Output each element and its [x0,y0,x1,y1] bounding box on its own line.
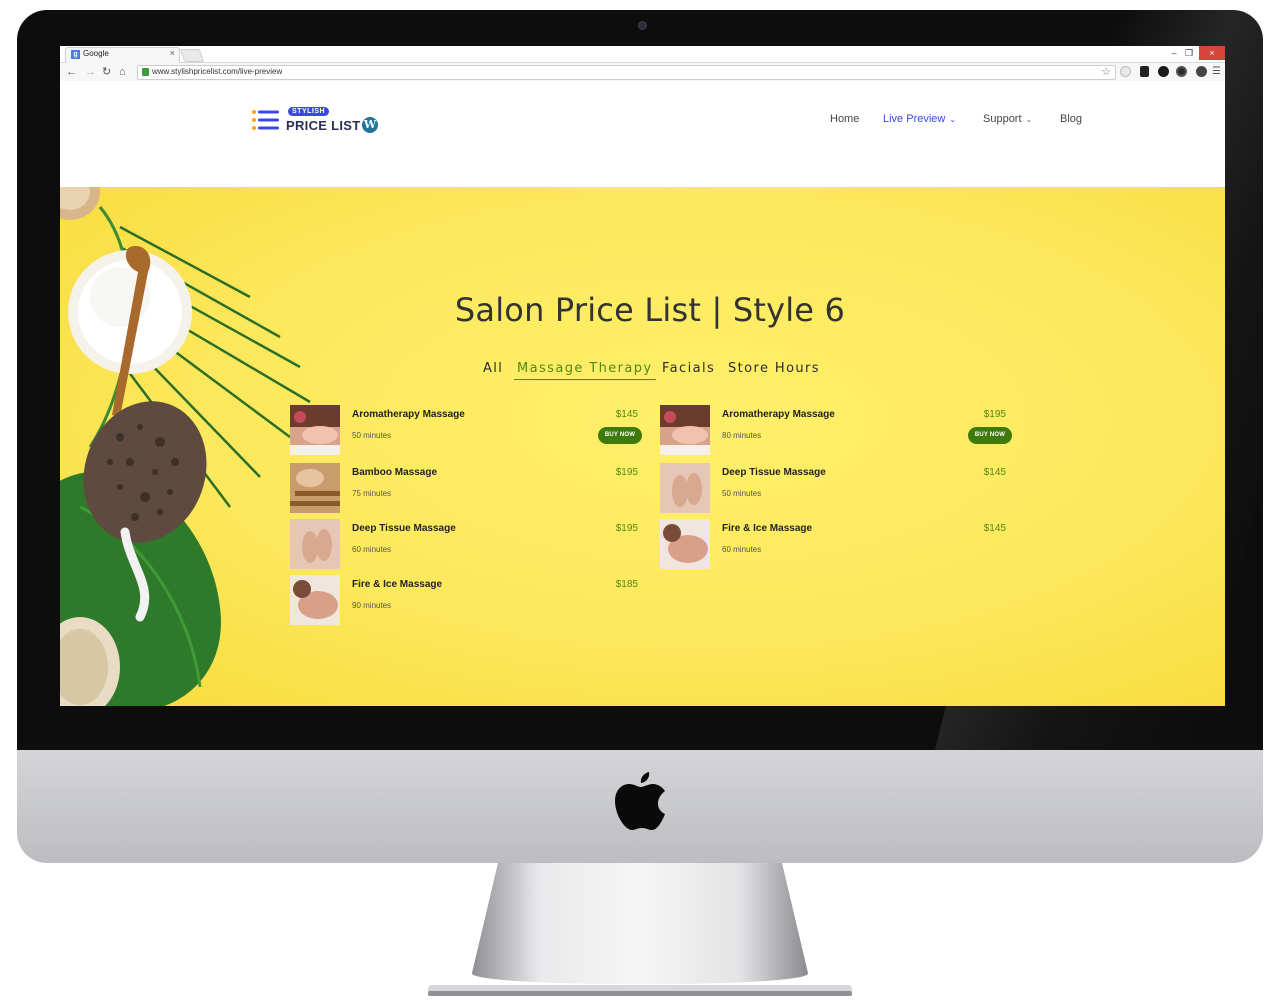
list-icon [252,110,279,130]
item-price: $195 [615,467,638,478]
nav-home[interactable]: Home [830,113,859,125]
lock-icon [142,68,149,76]
item-duration: 50 minutes [722,489,762,498]
item-name: Deep Tissue Massage [352,523,456,534]
item-duration: 50 minutes [352,431,392,440]
item-name: Aromatherapy Massage [352,409,465,420]
fire-ice-photo [660,519,710,569]
close-tab-icon[interactable]: × [170,48,175,58]
close-window-button[interactable]: × [1199,46,1225,60]
aromatherapy-photo [290,405,340,455]
buy-now-button[interactable]: BUY NOW [598,427,642,444]
item-name: Fire & Ice Massage [722,523,813,534]
item-price: $145 [615,409,638,420]
filter-store-hours[interactable]: Store Hours [728,361,820,376]
nav-blog-label: Blog [1060,113,1083,125]
url-input[interactable]: www.stylishpricelist.com/live-preview ☆ [137,65,1116,80]
aromatherapy-photo [660,405,710,455]
price-item: Bamboo Massage 75 minutes $195 [290,463,642,515]
site-header: STYLISH PRICE LIST W Home Live Preview ⌄ … [60,81,1225,187]
wordpress-icon: W [362,117,378,133]
menu-icon[interactable]: ☰ [1212,65,1221,79]
price-item: Deep Tissue Massage 60 minutes $195 [290,519,642,571]
back-arrow-icon[interactable]: ← [66,65,77,79]
extension-icon[interactable] [1196,66,1207,77]
item-name: Deep Tissue Massage [722,467,826,478]
item-price: $145 [983,467,1006,478]
item-duration: 90 minutes [352,601,392,610]
tab-title: Google [83,49,109,58]
price-item: Fire & Ice Massage 90 minutes $185 [290,575,642,627]
deep-tissue-photo [290,519,340,569]
maximize-button[interactable]: ❐ [1181,46,1197,60]
item-price: $185 [615,579,638,590]
nav-home-label: Home [830,113,860,125]
browser-screen: g Google × – ❐ × ← → ↻ ⌂ www.stylishpric… [60,46,1225,706]
address-toolbar: ← → ↻ ⌂ www.stylishpricelist.com/live-pr… [60,63,1225,82]
logo-text: PRICE LIST [286,118,361,133]
buy-now-button[interactable]: BUY NOW [968,427,1012,444]
bamboo-massage-photo [290,463,340,513]
home-icon[interactable]: ⌂ [119,65,126,79]
nav-support[interactable]: Support ⌄ [983,113,1032,125]
nav-live-preview-label: Live Preview [883,113,946,125]
item-price: $145 [983,523,1006,534]
page-title: Salon Price List | Style 6 [454,291,846,329]
deep-tissue-photo [660,463,710,513]
fire-ice-photo [290,575,340,625]
price-item: Fire & Ice Massage 60 minutes $145 [660,519,1012,571]
item-duration: 60 minutes [352,545,392,554]
filter-facials[interactable]: Facials [662,361,715,376]
nav-support-label: Support [983,113,1022,125]
tab-bar: g Google × – ❐ × [60,46,1225,63]
minimize-button[interactable]: – [1167,46,1181,60]
site-logo[interactable]: STYLISH PRICE LIST W [252,107,392,137]
price-list-hero: Salon Price List | Style 6 All Massage T… [60,187,1225,706]
extension-icon[interactable] [1158,66,1169,77]
chevron-down-icon: ⌄ [1025,115,1033,124]
url-text: www.stylishpricelist.com/live-preview [152,67,283,76]
filter-massage-therapy[interactable]: Massage Therapy [514,361,656,380]
item-duration: 80 minutes [722,431,762,440]
camera-icon [638,21,647,30]
filter-all[interactable]: All [483,361,503,376]
new-tab-button[interactable] [179,49,205,62]
price-item: Aromatherapy Massage 80 minutes $195 BUY… [660,405,1012,457]
reload-icon[interactable]: ↻ [102,65,111,79]
nav-blog[interactable]: Blog [1060,113,1082,125]
item-duration: 75 minutes [352,489,392,498]
browser-tab[interactable]: g Google × [65,47,180,63]
google-favicon-icon: g [71,50,80,59]
item-name: Fire & Ice Massage [352,579,443,590]
item-name: Bamboo Massage [352,467,438,478]
category-filter-bar: All Massage Therapy Facials Store Hours [478,361,828,383]
forward-arrow-icon[interactable]: → [85,65,96,79]
price-item: Deep Tissue Massage 50 minutes $145 [660,463,1012,515]
extension-icon[interactable] [1140,66,1149,77]
price-item: Aromatherapy Massage 50 minutes $145 BUY… [290,405,642,457]
item-price: $195 [983,409,1006,420]
apple-logo-icon [615,772,665,830]
nav-live-preview[interactable]: Live Preview ⌄ [883,113,956,125]
item-duration: 60 minutes [722,545,762,554]
extension-icon[interactable] [1120,66,1131,77]
chevron-down-icon: ⌄ [949,115,957,124]
bookmark-star-icon[interactable]: ☆ [1101,65,1111,78]
logo-badge: STYLISH [288,107,330,116]
item-price: $195 [615,523,638,534]
monitor-stand [428,863,852,996]
spa-decoration-image [60,187,311,706]
extension-icon[interactable] [1176,66,1187,77]
item-name: Aromatherapy Massage [722,409,835,420]
